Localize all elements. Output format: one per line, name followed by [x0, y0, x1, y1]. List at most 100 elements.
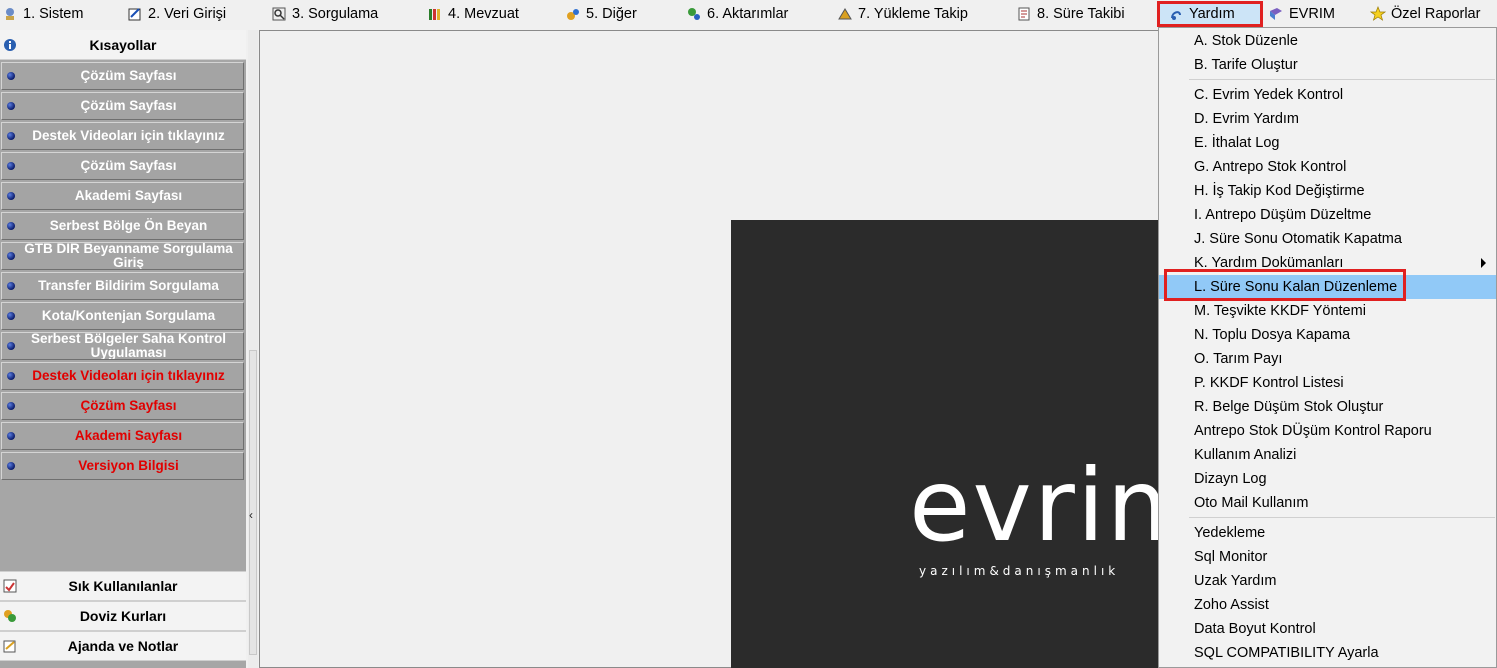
menu-yukleme-takip[interactable]: 7. Yükleme Takip: [837, 2, 968, 26]
sidebar-item[interactable]: Serbest Bölge Ön Beyan: [1, 212, 244, 240]
menu-evrim[interactable]: EVRIM: [1268, 2, 1335, 26]
menu-sorgulama-label: 3. Sorgulama: [292, 6, 379, 22]
dropdown-item[interactable]: SQL COMPATIBILITY Ayarla: [1159, 641, 1496, 665]
bullet-icon: [7, 402, 15, 410]
menu-sure-takibi[interactable]: 8. Süre Takibi: [1016, 2, 1125, 26]
help-icon: [1168, 6, 1184, 22]
menu-sure-takibi-label: 8. Süre Takibi: [1037, 6, 1125, 22]
sidebar-exchange-rates-label: Doviz Kurları: [79, 608, 167, 624]
dropdown-item[interactable]: M. Teşvikte KKDF Yöntemi: [1159, 299, 1496, 323]
evrim-logo-panel: evrim yazılım&danışmanlık: [731, 220, 1161, 668]
dropdown-item[interactable]: Oto Mail Kullanım: [1159, 491, 1496, 515]
menu-diger-label: 5. Diğer: [586, 6, 637, 22]
bullet-icon: [7, 312, 15, 320]
menu-ozel-raporlar[interactable]: Özel Raporlar: [1370, 2, 1480, 26]
data-entry-icon: [127, 6, 143, 22]
dropdown-item[interactable]: O. Tarım Payı: [1159, 347, 1496, 371]
dropdown-item-label: B. Tarife Oluştur: [1194, 57, 1298, 73]
dropdown-item[interactable]: P. KKDF Kontrol Listesi: [1159, 371, 1496, 395]
dropdown-item-label: M. Teşvikte KKDF Yöntemi: [1194, 303, 1366, 319]
splitter-scroll-thumb[interactable]: [249, 350, 257, 655]
menu-veri-girisi-label: 2. Veri Girişi: [148, 6, 227, 22]
dropdown-item-label: Oto Mail Kullanım: [1194, 495, 1309, 511]
sidebar-item[interactable]: Çözüm Sayfası: [1, 92, 244, 120]
dropdown-item[interactable]: Dizayn Log: [1159, 467, 1496, 491]
dropdown-item[interactable]: C. Evrim Yedek Kontrol: [1159, 83, 1496, 107]
dropdown-item[interactable]: A. Stok Düzenle: [1159, 29, 1496, 53]
dropdown-item[interactable]: Sql Monitor: [1159, 545, 1496, 569]
sidebar-exchange-rates[interactable]: Doviz Kurları: [0, 601, 246, 631]
dropdown-item[interactable]: N. Toplu Dosya Kapama: [1159, 323, 1496, 347]
bullet-icon: [7, 162, 15, 170]
dropdown-item[interactable]: B. Tarife Oluştur: [1159, 53, 1496, 77]
dropdown-item-label: E. İthalat Log: [1194, 135, 1280, 151]
dropdown-item-label: O. Tarım Payı: [1194, 351, 1283, 367]
menu-veri-girisi[interactable]: 2. Veri Girişi: [127, 2, 226, 26]
menu-aktarimlar[interactable]: 6. Aktarımlar: [686, 2, 788, 26]
transfer-icon: [686, 6, 702, 22]
bullet-icon: [7, 222, 15, 230]
dropdown-item-label: D. Evrim Yardım: [1194, 111, 1300, 127]
sidebar-agenda-label: Ajanda ve Notlar: [67, 638, 179, 654]
menu-aktarimlar-label: 6. Aktarımlar: [707, 6, 789, 22]
dropdown-item[interactable]: J. Süre Sonu Otomatik Kapatma: [1159, 227, 1496, 251]
sidebar-item[interactable]: Destek Videoları için tıklayınız: [1, 122, 244, 150]
bullet-icon: [7, 252, 15, 260]
dropdown-item-label: Sql Monitor: [1194, 549, 1268, 565]
dropdown-item[interactable]: G. Antrepo Stok Kontrol: [1159, 155, 1496, 179]
dropdown-item-label: R. Belge Düşüm Stok Oluştur: [1194, 399, 1384, 415]
dropdown-item-label: Dizayn Log: [1194, 471, 1267, 487]
collapse-arrow-icon[interactable]: ‹: [249, 508, 253, 522]
sidebar-item[interactable]: Destek Videoları için tıklayınız: [1, 362, 244, 390]
sidebar-item[interactable]: Çözüm Sayfası: [1, 62, 244, 90]
dropdown-item-label: Data Boyut Kontrol: [1194, 621, 1316, 637]
sidebar-item-label: Çözüm Sayfası: [80, 68, 177, 83]
sidebar-header[interactable]: Kısayollar: [0, 30, 246, 60]
star-icon: [1370, 6, 1386, 22]
panel-splitter[interactable]: ‹: [248, 30, 258, 668]
dropdown-item[interactable]: Data Boyut Kontrol: [1159, 617, 1496, 641]
sidebar-item[interactable]: Versiyon Bilgisi: [1, 452, 244, 480]
sidebar-item-label: Kota/Kontenjan Sorgulama: [41, 308, 216, 323]
sidebar-item[interactable]: Serbest Bölgeler Saha Kontrol Uygulaması: [1, 332, 244, 360]
menu-diger[interactable]: 5. Diğer: [565, 2, 637, 26]
sidebar-item-label: Akademi Sayfası: [74, 188, 183, 203]
sidebar-favorites[interactable]: Sık Kullanılanlar: [0, 571, 246, 601]
sidebar-header-label: Kısayollar: [89, 36, 157, 53]
dropdown-item[interactable]: Uzak Yardım: [1159, 569, 1496, 593]
annotation-highlight-box: [1164, 269, 1406, 301]
dropdown-item-label: Yedekleme: [1194, 525, 1266, 541]
sidebar-item[interactable]: Akademi Sayfası: [1, 182, 244, 210]
sidebar-agenda[interactable]: Ajanda ve Notlar: [0, 631, 246, 661]
dropdown-item[interactable]: Antrepo Stok DÜşüm Kontrol Raporu: [1159, 419, 1496, 443]
time-tracking-icon: [1016, 6, 1032, 22]
dropdown-item[interactable]: I. Antrepo Düşüm Düzeltme: [1159, 203, 1496, 227]
dropdown-item[interactable]: Zoho Assist: [1159, 593, 1496, 617]
menu-sistem[interactable]: 1. Sistem: [2, 2, 83, 26]
dropdown-item[interactable]: D. Evrim Yardım: [1159, 107, 1496, 131]
dropdown-item[interactable]: H. İş Takip Kod Değiştirme: [1159, 179, 1496, 203]
sidebar-item[interactable]: GTB DIR Beyanname Sorgulama Giriş: [1, 242, 244, 270]
query-icon: [271, 6, 287, 22]
menu-yardim[interactable]: Yardım: [1157, 1, 1263, 27]
dropdown-item-label: Antrepo Stok DÜşüm Kontrol Raporu: [1194, 423, 1432, 439]
bullet-icon: [7, 432, 15, 440]
dropdown-item[interactable]: Kullanım Analizi: [1159, 443, 1496, 467]
logo-subtitle: yazılım&danışmanlık: [919, 564, 1120, 578]
dropdown-item-label: G. Antrepo Stok Kontrol: [1194, 159, 1347, 175]
bullet-icon: [7, 372, 15, 380]
favorites-icon: [3, 579, 17, 593]
sidebar-item[interactable]: Transfer Bildirim Sorgulama: [1, 272, 244, 300]
sidebar-item[interactable]: Çözüm Sayfası: [1, 392, 244, 420]
sidebar-item[interactable]: Çözüm Sayfası: [1, 152, 244, 180]
sidebar-item[interactable]: Kota/Kontenjan Sorgulama: [1, 302, 244, 330]
dropdown-item[interactable]: E. İthalat Log: [1159, 131, 1496, 155]
dropdown-item[interactable]: R. Belge Düşüm Stok Oluştur: [1159, 395, 1496, 419]
bullet-icon: [7, 72, 15, 80]
menu-mevzuat[interactable]: 4. Mevzuat: [427, 2, 519, 26]
dropdown-item[interactable]: Yedekleme: [1159, 521, 1496, 545]
sidebar-item[interactable]: Akademi Sayfası: [1, 422, 244, 450]
bullet-icon: [7, 102, 15, 110]
menu-separator: [1189, 517, 1495, 518]
menu-sorgulama[interactable]: 3. Sorgulama: [271, 2, 378, 26]
